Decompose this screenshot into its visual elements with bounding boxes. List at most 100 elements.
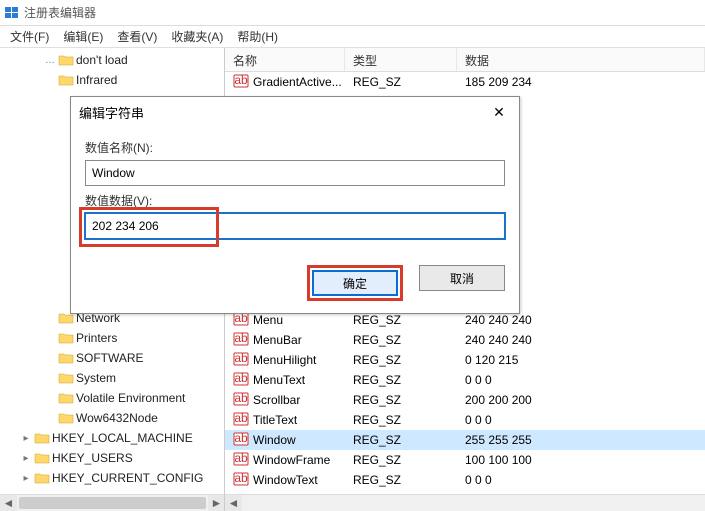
tree-item[interactable]: Infrared <box>4 70 224 90</box>
svg-text:ab: ab <box>234 391 248 405</box>
scroll-left-icon[interactable]: ◄ <box>225 495 242 511</box>
expander-icon[interactable]: ▸ <box>20 473 32 484</box>
row-type: REG_SZ <box>345 433 457 447</box>
tree-item[interactable]: ▸ HKEY_CURRENT_CONFIG <box>4 468 224 488</box>
value-data-input[interactable] <box>85 213 505 239</box>
tree-item-label: Printers <box>76 331 117 345</box>
row-data: 185 209 234 <box>457 75 705 89</box>
table-row[interactable]: abWindowFrameREG_SZ100 100 100 <box>225 450 705 470</box>
folder-icon <box>34 451 50 465</box>
tree-item[interactable]: ▸ HKEY_USERS <box>4 448 224 468</box>
svg-text:ab: ab <box>234 451 248 465</box>
folder-icon <box>58 351 74 365</box>
row-type: REG_SZ <box>345 373 457 387</box>
tree-item-label: SOFTWARE <box>76 351 144 365</box>
folder-icon <box>58 411 74 425</box>
menu-file[interactable]: 文件(F) <box>4 26 55 47</box>
scroll-thumb[interactable] <box>19 497 206 509</box>
svg-text:ab: ab <box>234 73 248 87</box>
string-icon: ab <box>233 411 249 430</box>
folder-icon <box>58 391 74 405</box>
folder-icon <box>58 331 74 345</box>
row-name: MenuHilight <box>253 353 316 367</box>
table-row[interactable]: ab MenuText REG_SZ0 0 0 <box>225 370 705 390</box>
table-row[interactable]: abMenuHilightREG_SZ0 120 215 <box>225 350 705 370</box>
row-type: REG_SZ <box>345 413 457 427</box>
row-type: REG_SZ <box>345 75 457 89</box>
row-name: MenuText <box>253 373 305 387</box>
app-icon <box>4 5 20 21</box>
col-name[interactable]: 名称 <box>225 48 345 71</box>
row-name: GradientActive... <box>253 75 342 89</box>
svg-text:ab: ab <box>234 371 248 385</box>
menubar: 文件(F) 编辑(E) 查看(V) 收藏夹(A) 帮助(H) <box>0 26 705 48</box>
tree-scrollbar[interactable]: ◄ ► <box>0 494 225 511</box>
table-row[interactable]: abWindowTextREG_SZ0 0 0 <box>225 470 705 490</box>
svg-text:ab: ab <box>234 331 248 345</box>
folder-icon <box>34 431 50 445</box>
row-name: Window <box>253 433 296 447</box>
tree-item[interactable]: Volatile Environment <box>4 388 224 408</box>
list-scrollbar[interactable]: ◄ <box>225 494 705 511</box>
row-type: REG_SZ <box>345 333 457 347</box>
row-data: 0 0 0 <box>457 413 705 427</box>
row-type: REG_SZ <box>345 453 457 467</box>
table-row[interactable]: abScrollbarREG_SZ200 200 200 <box>225 390 705 410</box>
tree-item-label: HKEY_LOCAL_MACHINE <box>52 431 193 445</box>
ok-button[interactable]: 确定 <box>312 270 398 296</box>
row-type: REG_SZ <box>345 353 457 367</box>
string-icon: ab <box>233 371 249 390</box>
menu-favorites[interactable]: 收藏夹(A) <box>165 26 229 47</box>
menu-edit[interactable]: 编辑(E) <box>57 26 109 47</box>
value-name-label: 数值名称(N): <box>85 139 505 156</box>
tree-item-label: Infrared <box>76 73 117 87</box>
table-row[interactable]: abMenuBarREG_SZ240 240 240 <box>225 330 705 350</box>
svg-text:ab: ab <box>234 351 248 365</box>
window-titlebar: 注册表编辑器 <box>0 0 705 26</box>
expander-icon[interactable]: … <box>44 55 56 66</box>
string-icon: ab <box>233 73 249 92</box>
menu-help[interactable]: 帮助(H) <box>231 26 284 47</box>
expander-icon[interactable]: ▸ <box>20 433 32 444</box>
tree-item[interactable]: ▸ HKEY_LOCAL_MACHINE <box>4 428 224 448</box>
tree-item[interactable]: SOFTWARE <box>4 348 224 368</box>
tree-item[interactable]: Printers <box>4 328 224 348</box>
tree-item[interactable]: System <box>4 368 224 388</box>
row-name: Scrollbar <box>253 393 300 407</box>
tree-item-label: HKEY_USERS <box>52 451 133 465</box>
scroll-right-icon[interactable]: ► <box>208 495 225 511</box>
ok-highlight: 确定 <box>307 265 403 301</box>
scroll-left-icon[interactable]: ◄ <box>0 495 17 511</box>
row-data: 0 0 0 <box>457 373 705 387</box>
tree-item[interactable]: Wow6432Node <box>4 408 224 428</box>
col-type[interactable]: 类型 <box>345 48 457 71</box>
value-name-input[interactable] <box>85 160 505 186</box>
row-data: 240 240 240 <box>457 333 705 347</box>
tree-item-label: HKEY_CURRENT_CONFIG <box>52 471 203 485</box>
col-data[interactable]: 数据 <box>457 48 705 71</box>
svg-text:ab: ab <box>234 411 248 425</box>
menu-view[interactable]: 查看(V) <box>111 26 163 47</box>
svg-text:ab: ab <box>234 431 248 445</box>
row-type: REG_SZ <box>345 393 457 407</box>
window-title: 注册表编辑器 <box>24 4 96 21</box>
cancel-button[interactable]: 取消 <box>419 265 505 291</box>
table-row[interactable]: ab GradientActive...REG_SZ185 209 234 <box>225 72 705 92</box>
tree-item[interactable]: …don't load <box>4 50 224 70</box>
list-header: 名称 类型 数据 <box>225 48 705 72</box>
dialog-title: 编辑字符串 <box>79 103 144 122</box>
edit-string-dialog: 编辑字符串 ✕ 数值名称(N): 数值数据(V): 确定 取消 <box>70 96 520 314</box>
close-icon[interactable]: ✕ <box>487 100 511 124</box>
row-name: WindowText <box>253 473 318 487</box>
tree-item-label: System <box>76 371 116 385</box>
tree-item-label: Volatile Environment <box>76 391 185 405</box>
table-row[interactable]: abTitleTextREG_SZ0 0 0 <box>225 410 705 430</box>
row-data: 240 240 240 <box>457 313 705 327</box>
tree-item-label: Wow6432Node <box>76 411 158 425</box>
folder-icon <box>58 53 74 67</box>
table-row[interactable]: ab Window REG_SZ255 255 255 <box>225 430 705 450</box>
row-data: 255 255 255 <box>457 433 705 447</box>
string-icon: ab <box>233 471 249 490</box>
expander-icon[interactable]: ▸ <box>20 453 32 464</box>
row-type: REG_SZ <box>345 313 457 327</box>
